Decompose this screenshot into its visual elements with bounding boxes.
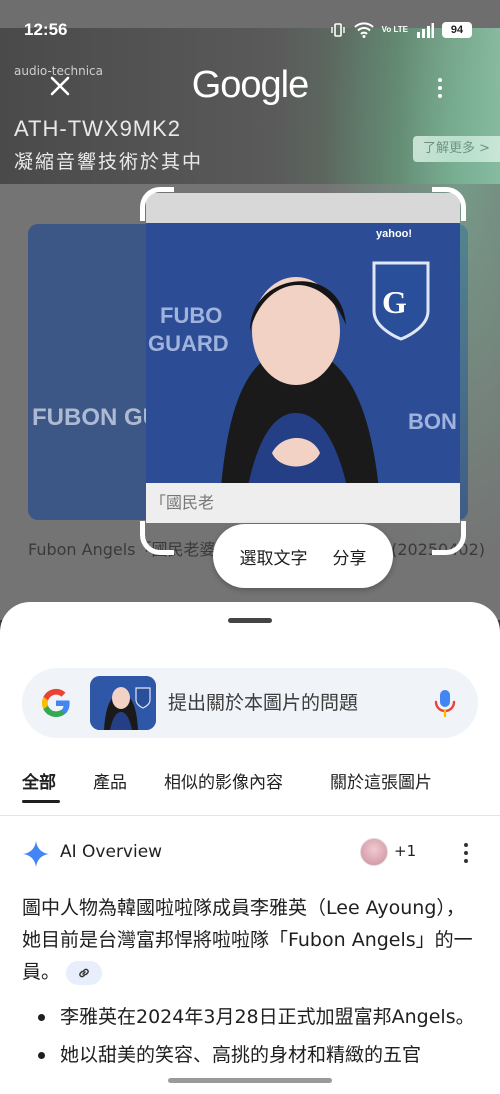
thumbnail-photo xyxy=(90,676,156,730)
image-top-strip xyxy=(146,193,460,223)
ai-overview-bullets: 李雅英在2024年3月28日正式加盟富邦Angels。 她以甜美的笑容、高挑的身… xyxy=(22,1000,482,1076)
search-input[interactable]: 提出關於本圖片的問題 xyxy=(168,668,358,738)
home-indicator[interactable] xyxy=(168,1078,332,1083)
selected-photo: yahoo! G FUBO GUARD BON xyxy=(146,223,460,523)
image-bottom-strip: 「國民老 xyxy=(146,483,460,523)
link-icon xyxy=(79,968,89,977)
ai-overview-title: AI Overview xyxy=(60,842,163,862)
battery-indicator: 94 xyxy=(442,22,472,38)
share-button[interactable]: 分享 xyxy=(333,544,367,569)
search-bar[interactable]: 提出關於本圖片的問題 xyxy=(22,668,478,738)
ai-overview-header: AI Overview +1 xyxy=(22,838,478,868)
dot-icon xyxy=(464,843,468,847)
selected-image-region[interactable]: yahoo! G FUBO GUARD BON 「國民老 xyxy=(146,193,460,523)
ai-overview-menu-button[interactable] xyxy=(460,840,472,866)
query-image-thumbnail[interactable] xyxy=(90,676,156,730)
tabs-divider xyxy=(0,815,500,816)
results-tabs: 全部 產品 相似的影像內容 關於這張圖片 xyxy=(22,762,500,808)
google-logo: Google xyxy=(191,64,310,106)
svg-text:BON: BON xyxy=(408,409,457,434)
dot-icon xyxy=(464,859,468,863)
dot-icon xyxy=(438,94,442,98)
signal-icon xyxy=(417,23,434,38)
crop-corner-top-left[interactable] xyxy=(140,187,174,221)
vibrate-icon xyxy=(330,23,345,37)
source-avatar[interactable] xyxy=(360,838,388,866)
source-count[interactable]: +1 xyxy=(394,842,416,860)
active-tab-indicator xyxy=(22,800,60,803)
google-g-icon xyxy=(41,688,70,718)
svg-text:G: G xyxy=(382,284,407,320)
more-options-button[interactable] xyxy=(428,72,452,104)
microphone-icon[interactable] xyxy=(432,688,458,718)
selection-actions: 選取文字 分享 xyxy=(213,524,393,588)
svg-text:GUARD: GUARD xyxy=(148,331,229,356)
source-link-button[interactable] xyxy=(66,960,103,985)
results-sheet: 提出關於本圖片的問題 全部 產品 相似的影像內容 關於這張圖片 AI Overv… xyxy=(0,602,500,1094)
status-icons: Vo LTE 94 xyxy=(330,22,472,38)
tab-about-image[interactable]: 關於這張圖片 xyxy=(330,768,432,793)
list-item: 她以甜美的笑容、高挑的身材和精緻的五官 xyxy=(22,1038,482,1072)
status-bar: 12:56 Vo LTE 94 xyxy=(0,0,500,50)
select-text-button[interactable]: 選取文字 xyxy=(240,544,308,569)
tab-products[interactable]: 產品 xyxy=(93,768,127,793)
list-item: 李雅英在2024年3月28日正式加盟富邦Angels。 xyxy=(22,1000,482,1034)
network-type: Vo LTE xyxy=(381,25,408,34)
tab-visual-matches[interactable]: 相似的影像內容 xyxy=(164,768,283,793)
wifi-icon xyxy=(353,22,374,38)
ad-product-model: ATH-TWX9MK2 xyxy=(14,116,182,141)
ad-tagline: 凝縮音響技術於其中 xyxy=(14,151,204,173)
dot-icon xyxy=(438,86,442,90)
sparkle-icon xyxy=(23,841,49,867)
ad-more-button: 了解更多 > xyxy=(412,136,500,162)
svg-text:yahoo!: yahoo! xyxy=(376,228,412,240)
tab-all[interactable]: 全部 xyxy=(22,768,56,793)
status-time: 12:56 xyxy=(24,20,68,39)
ai-overview-paragraph: 圖中人物為韓國啦啦隊成員李雅英（Lee Ayoung），她目前是台灣富邦悍將啦啦… xyxy=(22,892,482,988)
dot-icon xyxy=(464,851,468,855)
svg-text:FUBO: FUBO xyxy=(160,303,222,328)
sheet-drag-handle[interactable] xyxy=(228,618,272,623)
dot-icon xyxy=(438,78,442,82)
